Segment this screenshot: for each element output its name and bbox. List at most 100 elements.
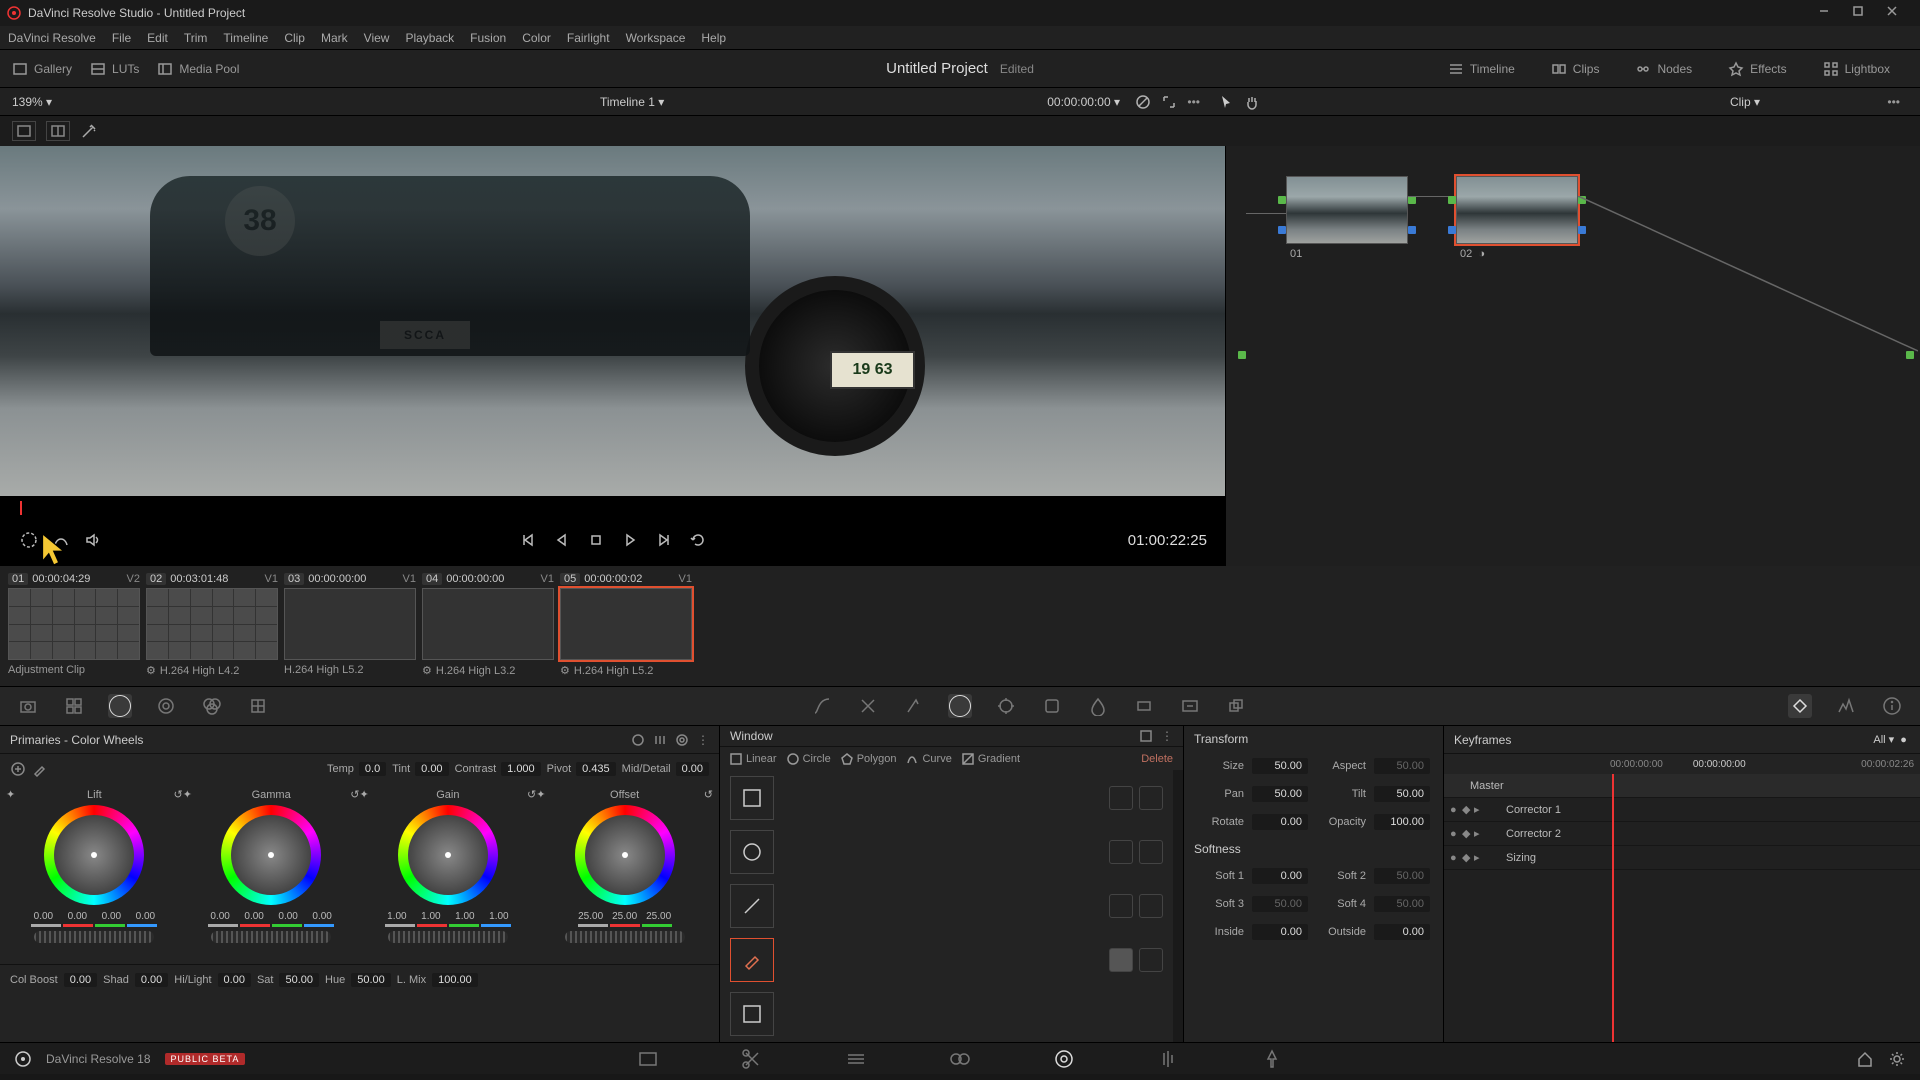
clip-dropdown[interactable]: Clip ▾	[1730, 95, 1760, 109]
render-icon[interactable]	[50, 529, 72, 551]
window-polygon-button[interactable]: Polygon	[841, 753, 897, 765]
loop-playback-icon[interactable]	[687, 529, 709, 551]
menu-item[interactable]: Mark	[321, 31, 348, 45]
auto-balance-icon[interactable]	[10, 761, 26, 777]
page-deliver-icon[interactable]	[1260, 1047, 1284, 1071]
effects-button[interactable]: Effects	[1728, 61, 1786, 77]
hand-icon[interactable]	[1244, 94, 1260, 110]
next-clip-icon[interactable]	[653, 529, 675, 551]
prev-clip-icon[interactable]	[517, 529, 539, 551]
zoom-value[interactable]: 139% ▾	[12, 95, 52, 109]
color-wheel-gain[interactable]: ✦Gain↺ 1.001.001.001.00	[360, 788, 537, 960]
project-settings-icon[interactable]	[1888, 1050, 1906, 1068]
keyframe-playhead[interactable]	[1612, 774, 1614, 1042]
adjust-value[interactable]: 0.00	[64, 973, 97, 987]
curves-icon[interactable]	[810, 694, 834, 718]
menu-item[interactable]: File	[112, 31, 131, 45]
home-icon[interactable]	[1856, 1050, 1874, 1068]
keyframe-timeline[interactable]: Master ●◆▸Corrector 1 ●◆▸Corrector 2 ●◆▸…	[1444, 774, 1920, 1042]
window-row-circle[interactable]	[730, 830, 1163, 874]
more-icon[interactable]: •••	[1887, 95, 1900, 109]
info-icon[interactable]	[1880, 694, 1904, 718]
mediapool-button[interactable]: Media Pool	[157, 61, 239, 77]
magicwand-icon[interactable]	[80, 122, 98, 140]
param-value[interactable]: 50.00	[1252, 758, 1308, 774]
window-icon[interactable]	[948, 694, 972, 718]
window-row-gradient[interactable]	[730, 992, 1163, 1036]
clip-thumb[interactable]: 0300:00:00:00V1 H.264 High L5.2	[284, 570, 416, 676]
menu-item[interactable]: Trim	[184, 31, 208, 45]
param-value[interactable]: 50.00	[1374, 786, 1430, 802]
keyframes-icon[interactable]	[1788, 694, 1812, 718]
menu-item[interactable]: View	[364, 31, 390, 45]
node-graph[interactable]: 01 02 ◑	[1225, 146, 1920, 566]
window-linear-button[interactable]: Linear	[730, 753, 777, 765]
rgb-mixer-icon[interactable]	[200, 694, 224, 718]
luts-button[interactable]: LUTs	[90, 61, 139, 77]
qualifier-icon[interactable]	[902, 694, 926, 718]
adjust-value[interactable]: 0.00	[218, 973, 251, 987]
page-color-icon[interactable]	[1052, 1047, 1076, 1071]
color-wheel-lift[interactable]: ✦Lift↺ 0.000.000.000.00	[6, 788, 183, 960]
param-value[interactable]: 0.00	[1374, 924, 1430, 940]
param-value[interactable]: 100.00	[1374, 814, 1430, 830]
menu-item[interactable]: Color	[522, 31, 551, 45]
bars-mode-icon[interactable]	[653, 733, 667, 747]
colorwarper-icon[interactable]	[856, 694, 880, 718]
loop-icon[interactable]	[18, 529, 40, 551]
clip-thumb[interactable]: 0200:03:01:48V1 ⚙H.264 High L4.2	[146, 570, 278, 677]
wheel-mode-icon[interactable]	[631, 733, 645, 747]
menu-item[interactable]: Fairlight	[567, 31, 610, 45]
timeline-button[interactable]: Timeline	[1448, 61, 1515, 77]
color-wheel-offset[interactable]: ✦Offset↺ 25.0025.0025.00	[536, 788, 713, 960]
window-delete-button[interactable]: Delete	[1141, 753, 1173, 765]
menu-item[interactable]: Playback	[405, 31, 454, 45]
nodes-button[interactable]: Nodes	[1635, 61, 1692, 77]
param-value[interactable]: 0.00	[1252, 814, 1308, 830]
window-maximize-button[interactable]	[1846, 3, 1880, 23]
clip-thumb[interactable]: 0100:00:04:29V2 Adjustment Clip	[8, 570, 140, 676]
blur-icon[interactable]	[1086, 694, 1110, 718]
play-reverse-icon[interactable]	[551, 529, 573, 551]
more-icon[interactable]: •••	[1187, 95, 1200, 109]
page-edit-icon[interactable]	[844, 1047, 868, 1071]
singleview-icon[interactable]	[12, 121, 36, 141]
key-icon[interactable]	[1132, 694, 1156, 718]
window-minimize-button[interactable]	[1812, 3, 1846, 23]
3d-icon[interactable]	[1224, 694, 1248, 718]
window-row-curve[interactable]	[730, 884, 1163, 928]
page-media-icon[interactable]	[636, 1047, 660, 1071]
viewer-image[interactable]: 38 SCCA 19 63	[0, 146, 1225, 496]
gallery-button[interactable]: Gallery	[12, 61, 72, 77]
param-value[interactable]: 50.00	[1374, 868, 1430, 884]
menu-item[interactable]: Workspace	[626, 31, 686, 45]
expand-icon[interactable]	[1161, 94, 1177, 110]
param-value[interactable]: 0.00	[1252, 868, 1308, 884]
camera-raw-icon[interactable]	[16, 694, 40, 718]
speaker-icon[interactable]	[82, 529, 104, 551]
bypass-icon[interactable]	[1135, 94, 1151, 110]
page-cut-icon[interactable]	[740, 1047, 764, 1071]
window-row-pen[interactable]	[730, 938, 1163, 982]
menu-item[interactable]: Fusion	[470, 31, 506, 45]
keyframes-all-dropdown[interactable]: All ▾ ●	[1873, 733, 1910, 746]
viewer-timecode[interactable]: 00:00:00:00 ▾	[1047, 95, 1120, 109]
adjust-value[interactable]: 50.00	[351, 973, 391, 987]
playhead[interactable]	[20, 501, 22, 515]
keyframe-track[interactable]: Sizing	[1506, 852, 1536, 864]
more-icon[interactable]: ⋮	[697, 733, 709, 747]
menu-item[interactable]: Help	[701, 31, 726, 45]
magicmask-icon[interactable]	[1040, 694, 1064, 718]
preset-icon[interactable]	[1139, 729, 1153, 743]
sizing-icon[interactable]	[1178, 694, 1202, 718]
window-row-linear[interactable]	[730, 776, 1163, 820]
pointer-icon[interactable]	[1218, 94, 1234, 110]
window-curve-button[interactable]: Curve	[906, 753, 951, 765]
adjust-value[interactable]: 0.00	[135, 973, 168, 987]
picker-icon[interactable]	[32, 761, 48, 777]
clip-thumb[interactable]: 0500:00:00:02V1 ⚙H.264 High L5.2	[560, 570, 692, 677]
keyframe-track[interactable]: Corrector 1	[1506, 804, 1561, 816]
param-value[interactable]: 50.00	[1252, 786, 1308, 802]
node-01[interactable]: 01	[1286, 176, 1408, 260]
color-wheel-gamma[interactable]: ✦Gamma↺ 0.000.000.000.00	[183, 788, 360, 960]
